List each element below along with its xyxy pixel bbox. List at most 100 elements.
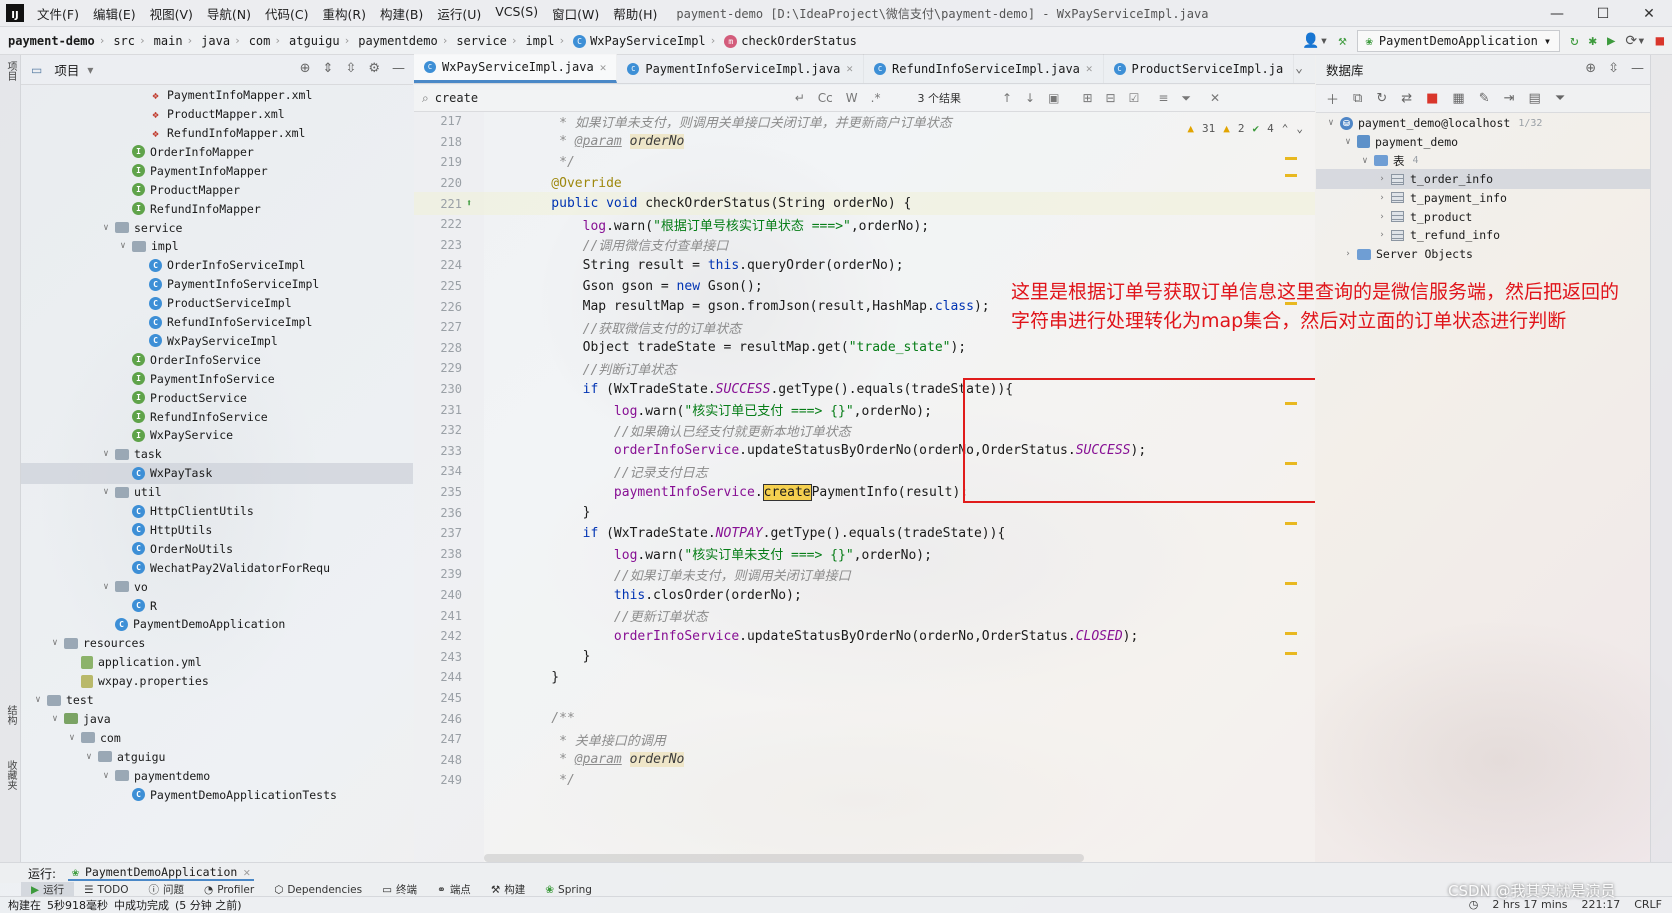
open-in-window-icon[interactable]: ▣ [1048,91,1059,105]
tree-node[interactable]: I ProductService [21,387,413,408]
filter-icon[interactable]: ⏷ [1181,91,1191,106]
debug-icon[interactable]: ✱ [1589,33,1597,49]
code-line[interactable]: 221 ⬆ public void checkOrderStatus(String… [414,192,1315,215]
expand-arrow-icon[interactable]: ∨ [117,241,129,251]
tree-node[interactable]: C PaymentDemoApplicationTests [21,784,413,805]
stop-icon[interactable]: ■ [1656,33,1664,49]
remove-occurrence-icon[interactable]: ⊟ [1106,91,1116,105]
tree-node[interactable]: I PaymentInfoMapper [21,161,413,182]
code-line[interactable]: 244 } [414,666,1315,689]
table-icon[interactable]: ▦ [1452,91,1464,106]
breadcrumb-item[interactable]: java [193,34,234,48]
menu-item[interactable]: 文件(F) [30,4,86,23]
coverage-icon[interactable]: ▶ [1607,33,1615,49]
expand-arrow-icon[interactable]: › [1376,212,1388,222]
breadcrumb-item[interactable]: paymentdemo [350,34,441,48]
code-line[interactable]: 230 if (WxTradeState.SUCCESS.getType().e… [414,378,1315,401]
expand-arrow-icon[interactable]: ∨ [66,733,78,743]
tree-node[interactable]: C RefundInfoServiceImpl [21,312,413,333]
tool-window-tab[interactable]: ⚒ 构建 [481,882,535,897]
tree-node[interactable]: C WxPayTask [21,463,413,484]
code-line[interactable]: 247 * 关单接口的调用 [414,728,1315,751]
stop-icon[interactable]: ■ [1426,91,1438,106]
tree-node[interactable]: wxpay.properties [21,671,413,692]
arrow-up-icon[interactable]: ↑ [1002,91,1012,105]
menu-item[interactable]: 导航(N) [200,4,258,23]
tree-node[interactable]: CR [21,595,413,616]
menu-item[interactable]: VCS(S) [488,4,545,23]
tree-node[interactable]: C HttpClientUtils [21,501,413,522]
inspection-widget[interactable]: ▲ 31 ▲ 2 ✔ 4 ⌃ ⌄ [1187,122,1303,135]
code-line[interactable]: 235 paymentInfoService.createPaymentInfo… [414,481,1315,504]
add-occurrence-icon[interactable]: ⊞ [1082,91,1092,105]
intellij-logo-icon[interactable]: IJ [6,4,24,22]
tree-node[interactable]: ∨ java [21,709,413,730]
tree-node[interactable]: ❖ ProductMapper.xml [21,104,413,125]
run-tab[interactable]: ❀ PaymentDemoApplication ✕ [68,865,255,881]
implements-gutter-icon[interactable]: ⬆ [466,198,472,209]
db-tree-node[interactable]: › t_refund_info [1316,225,1650,245]
code-line[interactable]: 229 //判断订单状态 [414,357,1315,380]
menu-item[interactable]: 帮助(H) [606,4,664,23]
close-tab-icon[interactable]: ✕ [600,61,607,74]
project-panel-title[interactable]: 项目 [54,60,79,79]
code-line[interactable]: 228 Object tradeState = resultMap.get("t… [414,337,1315,360]
structure-tool-tab[interactable]: 结构 [3,705,18,725]
collapse-all-icon[interactable]: ⇳ [1608,61,1619,76]
tree-node[interactable]: C WxPayServiceImpl [21,331,413,352]
code-line[interactable]: 232 //如果确认已经支付就更新本地订单状态 [414,419,1315,442]
menu-item[interactable]: 运行(U) [430,4,488,23]
tree-node[interactable]: ❖ RefundInfoMapper.xml [21,123,413,144]
breadcrumb-item[interactable]: payment-demo [0,34,99,48]
expand-arrow-icon[interactable]: › [1376,230,1388,240]
collapse-all-icon[interactable]: ⇳ [345,61,356,76]
menu-item[interactable]: 视图(V) [143,4,200,23]
code-line[interactable]: 234 //记录支付日志 [414,460,1315,483]
close-tab-icon[interactable]: ✕ [1086,62,1093,75]
tree-node[interactable]: C WechatPay2ValidatorForRequ [21,558,413,579]
more-run-icon[interactable]: ⟳▾ [1625,33,1645,49]
line-separator[interactable]: CRLF [1634,898,1662,911]
chevron-down-icon[interactable]: ⌄ [1296,122,1303,135]
select-all-occurrences-icon[interactable]: ☑ [1129,91,1140,105]
project-tool-tab[interactable]: 项目 [3,61,18,81]
code-line[interactable]: 218 * @param orderNo [414,131,1315,154]
tree-node[interactable]: ∨ task [21,444,413,465]
code-line[interactable]: 231 log.warn("核实订单已支付 ===> {}",orderNo); [414,398,1315,421]
tree-node[interactable]: C ProductServiceImpl [21,293,413,314]
tool-window-tab[interactable]: ⚭ 端点 [427,882,481,897]
code-line[interactable]: 233 orderInfoService.updateStatusByOrder… [414,440,1315,463]
tool-window-tab[interactable]: ▭ 终端 [372,882,427,897]
tree-node[interactable]: I OrderInfoService [21,350,413,371]
search-input[interactable] [434,91,795,105]
expand-arrow-icon[interactable]: ∨ [32,695,44,705]
db-tree-node[interactable]: › Server Objects [1316,244,1650,264]
code-line[interactable]: 238 log.warn("核实订单未支付 ===> {}",orderNo); [414,543,1315,566]
copy-icon[interactable]: ⧉ [1353,91,1362,106]
code-line[interactable]: 248 * @param orderNo [414,749,1315,772]
breadcrumb-item[interactable]: main [146,34,187,48]
db-tree-node[interactable]: ∨ payment_demo [1316,132,1650,152]
expand-arrow-icon[interactable]: ∨ [100,771,112,781]
code-line[interactable]: 236 } [414,501,1315,524]
expand-arrow-icon[interactable]: ∨ [1342,137,1354,147]
editor-tab[interactable]: C RefundInfoServiceImpl.java ✕ [864,54,1104,83]
expand-arrow-icon[interactable]: ∨ [1325,118,1337,128]
breadcrumb-item[interactable]: C WxPayServiceImpl [565,34,710,48]
chevron-down-icon[interactable]: ▾ [87,63,93,77]
code-line[interactable]: 224 String result = this.queryOrder(orde… [414,254,1315,277]
close-icon[interactable]: ✕ [1210,91,1220,105]
gear-icon[interactable]: ⊕ [1585,61,1596,76]
code-line[interactable]: 239 //如果订单未支付，则调用关闭订单接口 [414,563,1315,586]
menu-item[interactable]: 重构(R) [316,4,373,23]
tool-window-tab[interactable]: ▶ 运行 [21,882,75,897]
tree-node[interactable]: application.yml [21,652,413,673]
code-line[interactable]: 219 */ [414,151,1315,174]
breadcrumb-item[interactable]: service [448,34,511,48]
menu-item[interactable]: 代码(C) [258,4,315,23]
tree-node[interactable]: I OrderInfoMapper [21,142,413,163]
breadcrumb-item[interactable]: impl [518,34,559,48]
expand-arrow-icon[interactable]: ∨ [100,223,112,233]
expand-arrow-icon[interactable]: ∨ [100,582,112,592]
close-icon[interactable]: ✕ [243,865,250,879]
